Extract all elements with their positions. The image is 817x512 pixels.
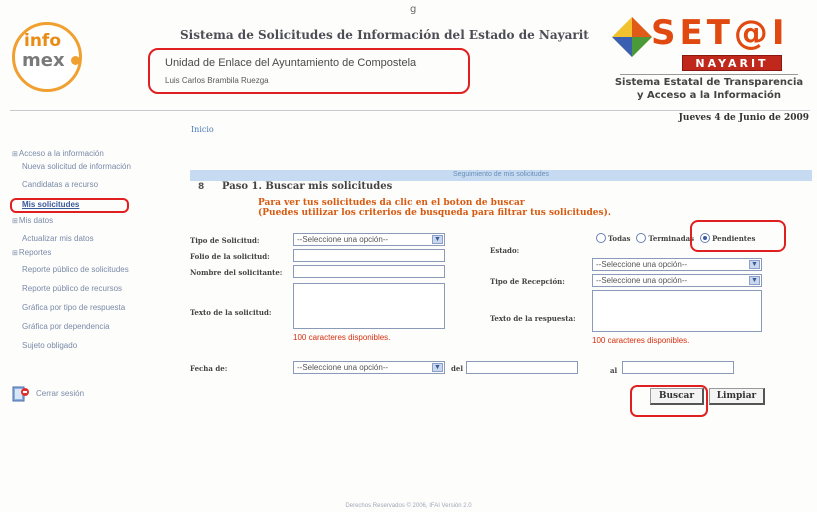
- unit-person: Luis Carlos Brambila Ruezga: [165, 76, 269, 85]
- setai-diamond-icon: [612, 17, 652, 57]
- unit-name: Unidad de Enlace del Ayuntamiento de Com…: [165, 57, 417, 69]
- radio-terminadas-label: Terminadas: [648, 233, 695, 243]
- sidebar-item-reporte-solicitudes[interactable]: Reporte público de solicitudes: [22, 265, 129, 274]
- sidebar-section-acceso[interactable]: Acceso a la información: [12, 149, 104, 158]
- del-label: del: [451, 364, 464, 373]
- fecha-del-input[interactable]: [466, 361, 578, 374]
- chars-left-counter: 100 caracteres disponibles.: [293, 333, 391, 342]
- fecha-value: --Seleccione una opción--: [297, 363, 389, 372]
- limpiar-button[interactable]: Limpiar: [709, 388, 765, 405]
- chevron-down-icon: ▼: [432, 235, 443, 244]
- fecha-label: Fecha de:: [190, 364, 228, 373]
- estado-highlight: [690, 220, 786, 252]
- sidebar-item-grafica-respuesta[interactable]: Gráfica por tipo de respuesta: [22, 303, 125, 312]
- tipo-recepcion-select[interactable]: --Seleccione una opción-- ▼: [592, 274, 762, 287]
- logo-text-mex: mex: [22, 50, 65, 71]
- sidebar-item-nueva-solicitud[interactable]: Nueva solicitud de información: [22, 162, 131, 171]
- instruction-line2: (Puedes utilizar los criterios de busque…: [258, 208, 611, 218]
- nayarit-banner: NAYARIT: [682, 55, 782, 71]
- setai-subtitle-line2: y Acceso a la Información: [636, 90, 782, 101]
- setai-divider: [620, 74, 798, 75]
- estado-select-value: --Seleccione una opción--: [596, 260, 688, 269]
- logo-dot-icon: [71, 56, 80, 65]
- sidebar-section-mis-datos[interactable]: Mis datos: [12, 216, 53, 225]
- radio-todas-label: Todas: [608, 233, 631, 243]
- logout-icon[interactable]: [12, 385, 30, 403]
- instruction-line1: Para ver tus solicitudes da clic en el b…: [258, 198, 525, 208]
- tipo-recepcion-value: --Seleccione una opción--: [596, 276, 688, 285]
- breadcrumb-inicio[interactable]: Inicio: [191, 125, 214, 134]
- texto-solicitud-label: Texto de la solicitud:: [190, 308, 272, 317]
- sidebar-item-actualizar[interactable]: Actualizar mis datos: [22, 234, 94, 243]
- step-toggle-marker[interactable]: 8: [198, 182, 206, 192]
- nombre-label: Nombre del solicitante:: [190, 268, 283, 277]
- footer-copyright: Derechos Reservados © 2006, IFAI Versión…: [345, 503, 472, 509]
- buscar-highlight: [630, 385, 708, 417]
- estado-select[interactable]: --Seleccione una opción-- ▼: [592, 258, 762, 271]
- chevron-down-icon: ▼: [749, 276, 760, 285]
- texto-solicitud-textarea[interactable]: [293, 283, 445, 329]
- unit-highlight: [148, 48, 470, 94]
- chevron-down-icon: ▼: [432, 363, 443, 372]
- scan-mark: g: [410, 4, 417, 15]
- folio-input[interactable]: [293, 249, 445, 262]
- sidebar-item-reporte-recursos[interactable]: Reporte público de recursos: [22, 284, 122, 293]
- tipo-solicitud-value: --Seleccione una opción--: [297, 235, 389, 244]
- tipo-solicitud-label: Tipo de Solicitud:: [190, 236, 260, 245]
- section-title: Seguimiento de mis solicitudes: [452, 171, 550, 178]
- estado-label: Estado:: [490, 246, 520, 255]
- current-date: Jueves 4 de Junio de 2009: [678, 113, 809, 123]
- sidebar-item-sujeto-obligado[interactable]: Sujeto obligado: [22, 341, 77, 350]
- system-title: Sistema de Solicitudes de Información de…: [180, 28, 589, 42]
- tipo-recepcion-label: Tipo de Recepción:: [490, 277, 565, 286]
- chars-right-counter: 100 caracteres disponibles.: [592, 336, 690, 345]
- nombre-input[interactable]: [293, 265, 445, 278]
- texto-respuesta-label: Texto de la respuesta:: [490, 314, 576, 323]
- sidebar-item-candidatas[interactable]: Candidatas a recurso: [22, 180, 98, 189]
- step-title: Paso 1. Buscar mis solicitudes: [222, 181, 393, 192]
- sidebar-section-reportes[interactable]: Reportes: [12, 248, 51, 257]
- logo-text-info: info: [24, 31, 62, 51]
- folio-label: Folio de la solicitud:: [190, 252, 270, 261]
- chevron-down-icon: ▼: [749, 260, 760, 269]
- texto-respuesta-textarea[interactable]: [592, 290, 762, 332]
- logout-link[interactable]: Cerrar sesión: [36, 389, 84, 398]
- radio-todas[interactable]: [596, 233, 606, 243]
- sidebar-item-grafica-dependencia[interactable]: Gráfica por dependencia: [22, 322, 110, 331]
- setai-subtitle-line1: Sistema Estatal de Transparencia: [614, 77, 804, 88]
- header-divider: [10, 110, 810, 111]
- radio-terminadas[interactable]: [636, 233, 647, 243]
- fecha-al-input[interactable]: [622, 361, 734, 374]
- al-label: al: [610, 366, 618, 375]
- setai-logo-text: SET@I: [651, 13, 789, 53]
- fecha-select[interactable]: --Seleccione una opción-- ▼: [293, 361, 445, 374]
- tipo-solicitud-select[interactable]: --Seleccione una opción-- ▼: [293, 233, 445, 246]
- mis-solicitudes-highlight: [10, 198, 129, 213]
